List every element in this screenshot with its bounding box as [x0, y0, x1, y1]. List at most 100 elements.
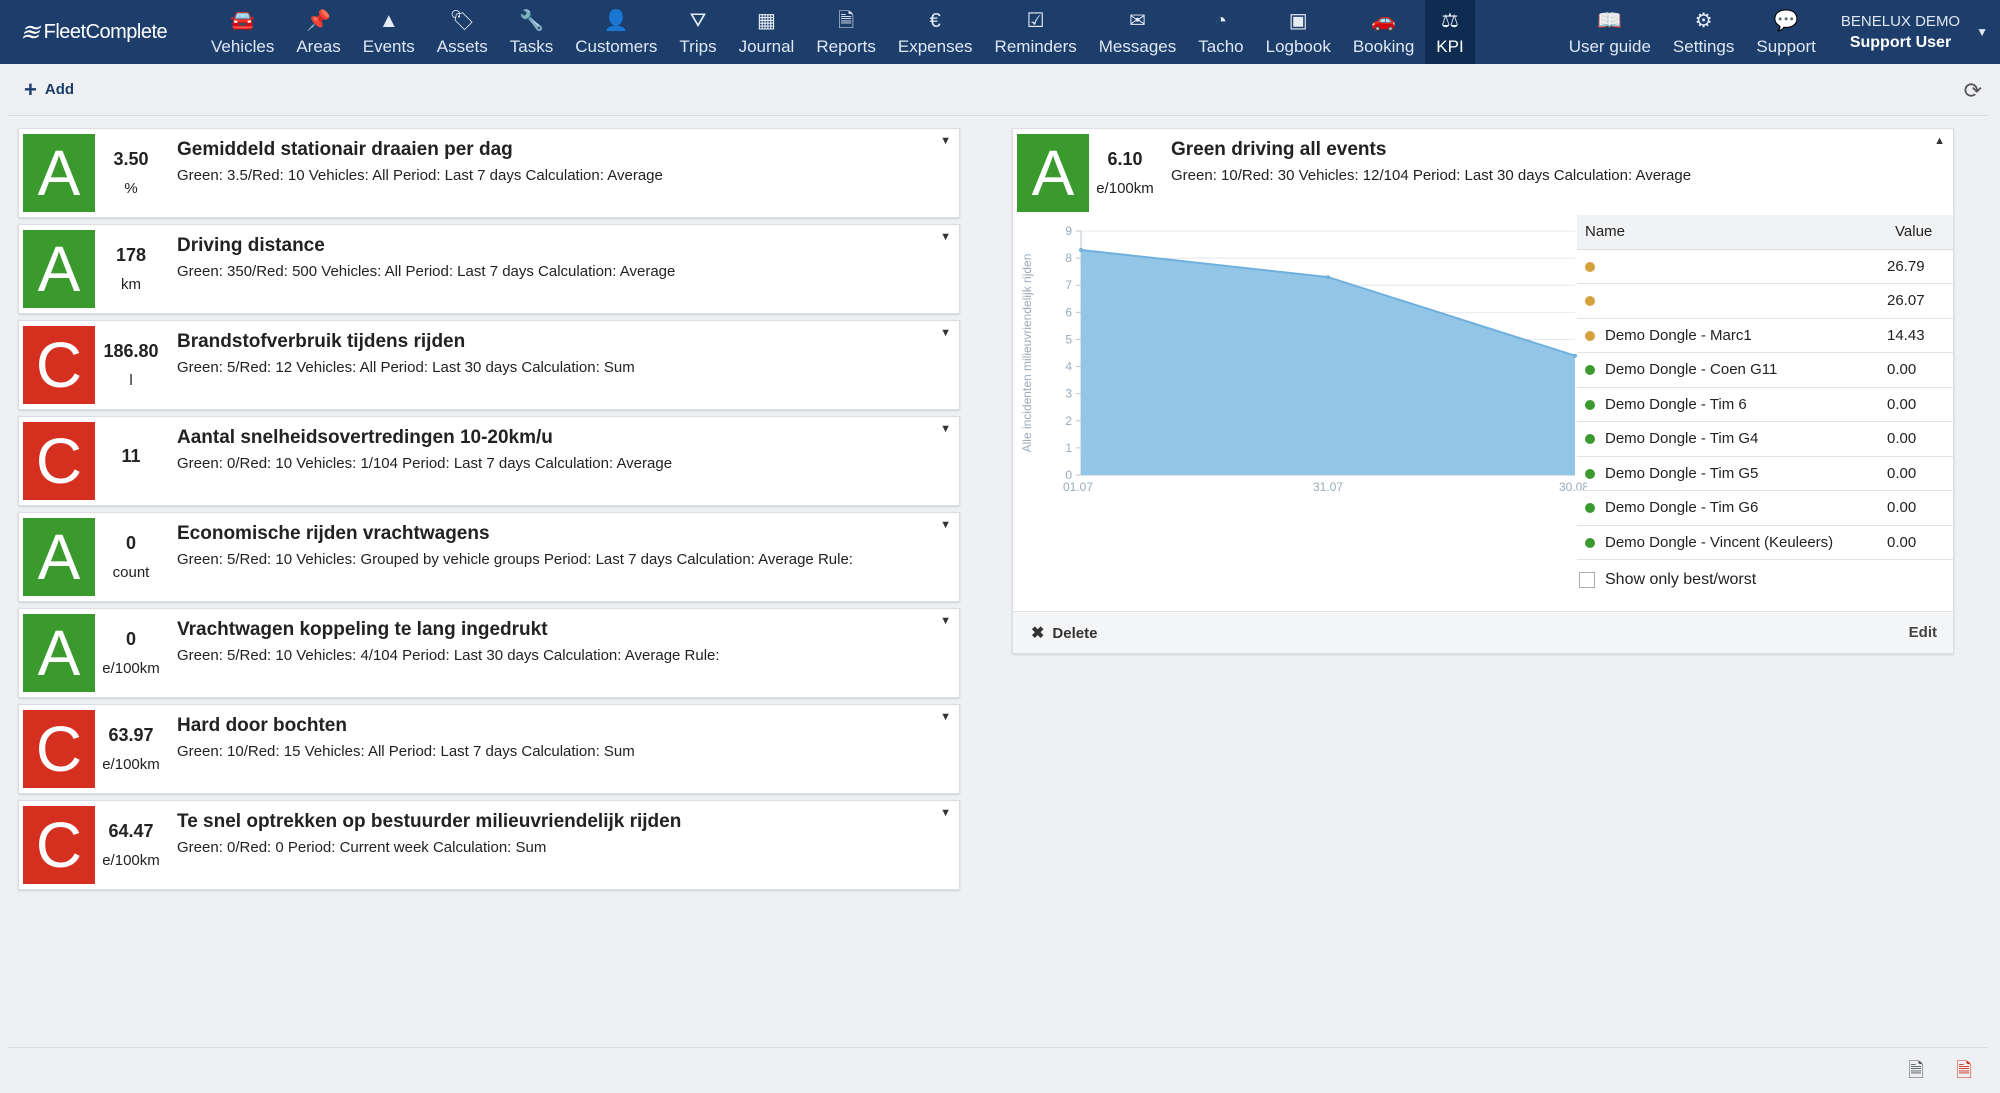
kpi-unit: e/100km — [1096, 180, 1154, 197]
nav-item-settings[interactable]: ⚙ Settings — [1662, 0, 1745, 64]
nav-item-messages[interactable]: ✉ Messages — [1088, 0, 1187, 64]
kpi-card[interactable]: C 63.97 e/100km Hard door bochten Green: 10/… — [18, 704, 960, 794]
calendar-icon: ▦ — [757, 10, 776, 32]
edit-button[interactable]: Edit — [1909, 624, 1937, 641]
kpi-card[interactable]: A 0 count Economische rijden vrachtwagens Gr… — [18, 512, 960, 602]
checkbox[interactable] — [1579, 572, 1595, 588]
table-row[interactable]: Demo Dongle - Vincent (Keuleers) 0.00 — [1577, 525, 1953, 560]
warning-icon: ▲ — [378, 10, 399, 32]
fleetcomplete-logo[interactable]: ≋ FleetComplete — [0, 0, 200, 64]
nav-item-support[interactable]: 💬 Support — [1745, 0, 1827, 64]
nav-item-customers[interactable]: 👤 Customers — [564, 0, 668, 64]
kpi-value-box: 11 — [95, 422, 167, 500]
kpi-grade: C — [23, 422, 95, 500]
expand-caret-icon[interactable]: ▼ — [940, 519, 951, 531]
expand-caret-icon[interactable]: ▼ — [940, 615, 951, 627]
nav-item-logbook[interactable]: ▣ Logbook — [1255, 0, 1342, 64]
show-best-worst-toggle[interactable]: Show only best/worst — [1579, 571, 1756, 589]
chevron-down-icon[interactable]: ▼ — [1970, 0, 2000, 64]
nav-item-label: Settings — [1672, 37, 1735, 56]
kpi-card[interactable]: A 3.50% Gemiddeld stationair draaien per d… — [18, 128, 960, 218]
kpi-title: Driving distance — [177, 235, 325, 256]
delete-label: Delete — [1052, 624, 1098, 642]
kpi-grade: A — [23, 230, 95, 308]
nav-item-assets[interactable]: 🏷 Assets — [426, 0, 499, 64]
nav-item-events[interactable]: ▲ Events — [352, 0, 426, 64]
kpi-value-box: 0 e/100km — [95, 614, 167, 692]
kpi-detail-header[interactable]: A 6.10 e/100km Green driving all events … — [1013, 129, 1953, 212]
table-header-row: Name Value — [1577, 215, 1953, 250]
kpi-grade: A — [23, 614, 95, 692]
nav-item-tacho[interactable]: ◔ Tacho — [1187, 0, 1254, 64]
kpi-values-table: Name Value 26.79 26.07 Demo Dongle - Marc1… — [1577, 215, 1953, 560]
export-pdf-icon[interactable]: 🗎 — [1956, 1056, 1972, 1090]
wrench-icon: 🔧 — [519, 10, 544, 32]
column-header-name[interactable]: Name — [1577, 215, 1887, 250]
status-dot — [1585, 296, 1595, 307]
expand-caret-icon[interactable]: ▼ — [940, 807, 951, 819]
nav-item-label: Messages — [1098, 37, 1177, 56]
row-value: 26.07 — [1887, 283, 1953, 319]
expand-caret-icon[interactable]: ▼ — [940, 231, 951, 243]
status-dot — [1585, 468, 1595, 479]
table-row[interactable]: Demo Dongle - Tim G5 0.00 — [1577, 456, 1953, 491]
pin-icon: 📌 — [306, 10, 331, 32]
nav-item-user-guide[interactable]: 📖 User guide — [1558, 0, 1662, 64]
kpi-unit: e/100km — [102, 756, 160, 773]
row-name-cell: Demo Dongle - Coen G11 — [1577, 352, 1887, 388]
nav-item-reminders[interactable]: ☑ Reminders — [984, 0, 1088, 64]
kpi-value: 63.97 — [108, 725, 154, 745]
table-row[interactable]: Demo Dongle - Tim G4 0.00 — [1577, 421, 1953, 457]
data-point — [1326, 275, 1330, 280]
table-row[interactable]: 26.79 — [1577, 249, 1953, 284]
kpi-card[interactable]: A 0 e/100km Vrachtwagen koppeling te lang i… — [18, 608, 960, 698]
status-dot — [1585, 434, 1595, 445]
nav-item-booking[interactable]: 🚗 Booking — [1342, 0, 1425, 64]
nav-item-reports[interactable]: 🗎 Reports — [805, 0, 887, 64]
kpi-card[interactable]: C 186.80 l Brandstofverbruik tijdens rijden… — [18, 320, 960, 410]
expand-caret-icon[interactable]: ▼ — [940, 423, 951, 435]
delete-button[interactable]: ✖ Delete — [1031, 623, 1097, 643]
row-name-cell: Demo Dongle - Tim 6 — [1577, 387, 1887, 422]
nav-item-journal[interactable]: ▦ Journal — [728, 0, 806, 64]
row-value: 0.00 — [1887, 456, 1953, 491]
kpi-card[interactable]: C 64.47 e/100km Te snel optrekken op bestuu… — [18, 800, 960, 890]
account-menu[interactable]: BENELUX DEMO Support User — [1827, 0, 1970, 64]
tag-icon: 🏷 — [449, 10, 475, 32]
nav-item-vehicles[interactable]: 🚘 Vehicles — [200, 0, 285, 64]
kpi-value-box: 6.10 e/100km — [1089, 134, 1161, 212]
table-row[interactable]: Demo Dongle - Coen G11 0.00 — [1577, 352, 1953, 388]
kpi-value-box: 186.80 l — [95, 326, 167, 404]
nav-item-expenses[interactable]: € Expenses — [887, 0, 984, 64]
kpi-card[interactable]: A 178 km Driving distance Green: 350/Red: 50… — [18, 224, 960, 314]
table-row[interactable]: 26.07 — [1577, 283, 1953, 319]
expand-caret-icon[interactable]: ▼ — [940, 135, 951, 147]
export-document-icon[interactable]: 🗎 — [1908, 1056, 1924, 1090]
kpi-grade: A — [23, 134, 95, 212]
column-header-value[interactable]: Value — [1887, 215, 1953, 250]
table-row[interactable]: Demo Dongle - Tim G6 0.00 — [1577, 490, 1953, 526]
nav-item-tasks[interactable]: 🔧 Tasks — [499, 0, 564, 64]
table-row[interactable]: Demo Dongle - Marc1 14.43 — [1577, 318, 1953, 353]
nav-item-trips[interactable]: ⛛ Trips — [668, 0, 727, 64]
kpi-title: Aantal snelheidsovertredingen 10-20km/u — [177, 427, 553, 448]
collapse-caret-icon[interactable]: ▲ — [1934, 135, 1945, 147]
kpi-card[interactable]: C 11 Aantal snelheidsovertredingen 10-20km… — [18, 416, 960, 506]
nav-item-areas[interactable]: 📌 Areas — [285, 0, 351, 64]
kpi-grade: C — [23, 710, 95, 788]
nav-item-label: Tacho — [1198, 37, 1244, 56]
add-kpi-button[interactable]: + Add — [24, 77, 74, 103]
plus-icon: + — [24, 76, 37, 102]
refresh-icon[interactable]: ⟳ — [1964, 78, 1982, 104]
row-name: Demo Dongle - Tim 6 — [1605, 395, 1747, 413]
row-name-cell: Demo Dongle - Tim G6 — [1577, 490, 1887, 526]
row-name: Demo Dongle - Tim G6 — [1605, 499, 1759, 517]
expand-caret-icon[interactable]: ▼ — [940, 711, 951, 723]
table-row[interactable]: Demo Dongle - Tim 6 0.00 — [1577, 387, 1953, 422]
nav-item-kpi[interactable]: ⚖ KPI — [1425, 0, 1475, 64]
y-tick-label: 4 — [1065, 360, 1072, 374]
kpi-info: Vrachtwagen koppeling te lang ingedrukt G… — [167, 609, 959, 697]
expand-caret-icon[interactable]: ▼ — [940, 327, 951, 339]
kpi-title: Hard door bochten — [177, 715, 347, 736]
kpi-title: Green driving all events — [1171, 139, 1387, 160]
